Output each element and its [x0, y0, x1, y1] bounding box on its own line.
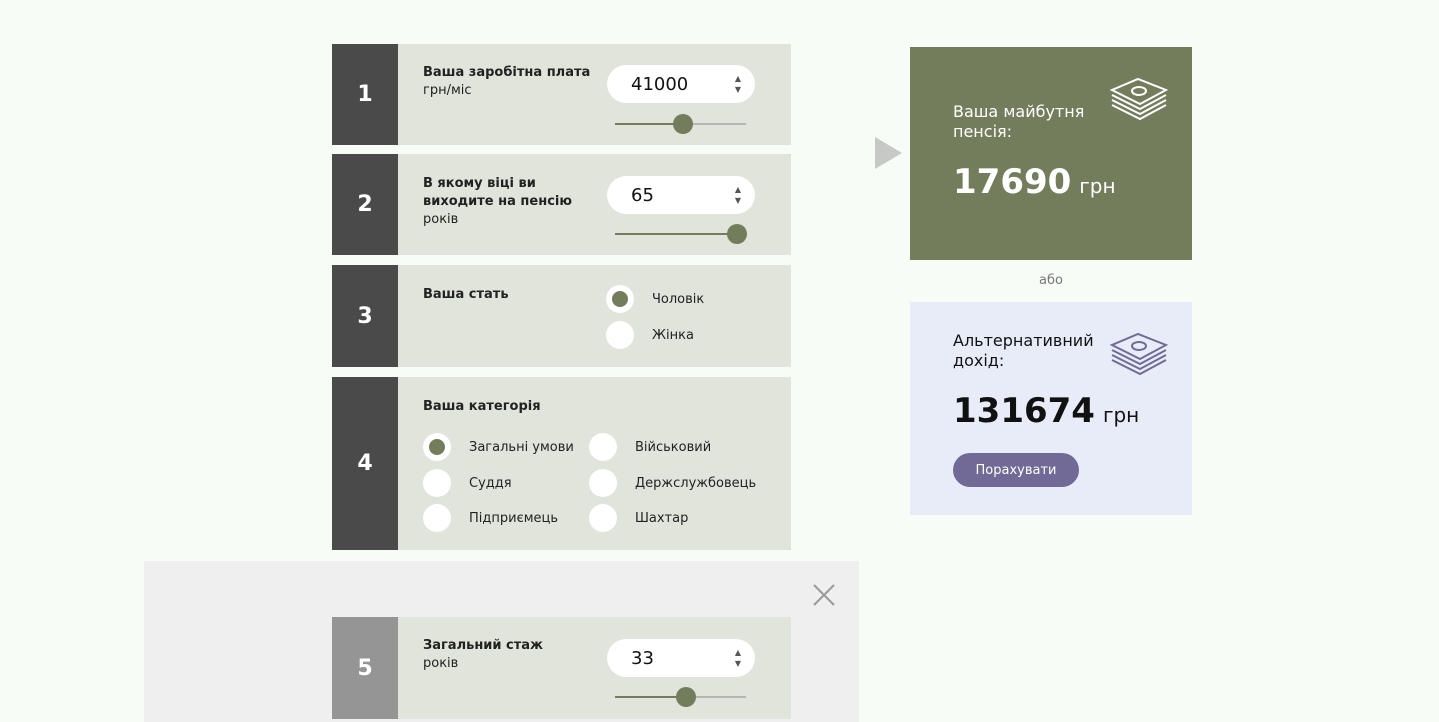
alternative-label: Альтернативний дохід: — [953, 331, 1094, 370]
money-stack-icon — [1110, 332, 1168, 376]
pension-result-card: Ваша майбутня пенсія: 17690 грн — [910, 47, 1192, 260]
salary-stepper[interactable]: ▲ ▼ — [735, 73, 741, 95]
radio-miner[interactable]: Шахтар — [589, 504, 688, 532]
radio-button[interactable] — [606, 321, 634, 349]
step-number: 2 — [332, 154, 398, 255]
retirement-age-value[interactable]: 65 — [631, 185, 654, 206]
decrement-icon[interactable]: ▼ — [735, 658, 741, 669]
radio-civil-servant[interactable]: Держслужбовець — [589, 469, 756, 497]
radio-military[interactable]: Військовий — [589, 433, 711, 461]
salary-value[interactable]: 41000 — [631, 74, 688, 95]
radio-label[interactable]: Військовий — [635, 440, 711, 455]
radio-label[interactable]: Жінка — [652, 328, 694, 343]
radio-button[interactable] — [423, 469, 451, 497]
radio-button[interactable] — [589, 433, 617, 461]
radio-label[interactable]: Суддя — [469, 476, 512, 491]
retirement-age-slider[interactable] — [615, 224, 747, 244]
radio-button[interactable] — [589, 504, 617, 532]
pension-amount: 17690 грн — [953, 165, 1116, 203]
slider-thumb[interactable] — [675, 687, 696, 707]
radio-label[interactable]: Чоловік — [652, 292, 704, 307]
step-title-text: Загальний стаж — [423, 638, 543, 653]
step-number: 1 — [332, 44, 398, 145]
pension-label: Ваша майбутня пенсія: — [953, 102, 1085, 141]
radio-general[interactable]: Загальні умови — [423, 433, 574, 461]
step-title: В якому віці ви виходите на пенсію років — [423, 175, 608, 229]
slider-thumb[interactable] — [726, 224, 747, 244]
pension-currency: грн — [1079, 174, 1116, 198]
radio-button[interactable] — [589, 469, 617, 497]
step-unit: років — [423, 212, 459, 227]
retirement-age-input[interactable]: 65 ▲ ▼ — [607, 176, 755, 214]
increment-icon[interactable]: ▲ — [735, 184, 741, 195]
money-stack-icon — [1110, 77, 1168, 121]
experience-input[interactable]: 33 ▲ ▼ — [607, 639, 755, 677]
slider-thumb[interactable] — [673, 114, 694, 134]
close-icon[interactable] — [811, 582, 837, 608]
step-category: 4 Ваша категорія Загальні умови Військов… — [332, 377, 791, 550]
step-retirement-age: 2 В якому віці ви виходите на пенсію рок… — [332, 154, 791, 255]
radio-label[interactable]: Підприємець — [469, 511, 558, 526]
step-title: Загальний стаж років — [423, 637, 608, 673]
radio-male[interactable]: Чоловік — [606, 285, 704, 313]
radio-button[interactable] — [423, 433, 451, 461]
arrow-right-icon — [875, 137, 902, 169]
step-title: Ваша категорія — [423, 399, 541, 414]
radio-button[interactable] — [606, 285, 634, 313]
increment-icon[interactable]: ▲ — [735, 647, 741, 658]
or-separator: або — [1039, 273, 1063, 288]
step-unit: років — [423, 656, 459, 671]
radio-entrepreneur[interactable]: Підприємець — [423, 504, 558, 532]
increment-icon[interactable]: ▲ — [735, 73, 741, 84]
step-experience: 5 Загальний стаж років 33 ▲ ▼ — [332, 617, 791, 719]
radio-label[interactable]: Загальні умови — [469, 440, 574, 455]
alternative-amount: 131674 грн — [953, 394, 1139, 432]
alternative-amount-value: 131674 — [953, 391, 1095, 431]
salary-input[interactable]: 41000 ▲ ▼ — [607, 65, 755, 103]
experience-stepper[interactable]: ▲ ▼ — [735, 647, 741, 669]
step-number: 4 — [332, 377, 398, 550]
experience-slider[interactable] — [615, 687, 746, 707]
radio-selected-indicator — [429, 439, 445, 455]
radio-label[interactable]: Держслужбовець — [635, 476, 756, 491]
radio-judge[interactable]: Суддя — [423, 469, 512, 497]
step-number: 3 — [332, 265, 398, 367]
salary-slider[interactable] — [615, 114, 746, 134]
decrement-icon[interactable]: ▼ — [735, 195, 741, 206]
step-title: Ваша заробітна плата грн/міс — [423, 64, 608, 100]
step-title: Ваша стать — [423, 287, 509, 302]
experience-value[interactable]: 33 — [631, 648, 654, 669]
alternative-income-card: Альтернативний дохід: 131674 грн Порахува… — [910, 302, 1192, 515]
radio-selected-indicator — [612, 291, 628, 307]
calculate-button[interactable]: Порахувати — [953, 453, 1079, 487]
slider-fill — [615, 233, 737, 235]
decrement-icon[interactable]: ▼ — [735, 84, 741, 95]
pension-amount-value: 17690 — [953, 162, 1072, 202]
radio-button[interactable] — [423, 504, 451, 532]
step-salary: 1 Ваша заробітна плата грн/міс 41000 ▲ ▼ — [332, 44, 791, 145]
retirement-age-stepper[interactable]: ▲ ▼ — [735, 184, 741, 206]
alternative-currency: грн — [1102, 403, 1140, 427]
radio-label[interactable]: Шахтар — [635, 511, 688, 526]
step-unit: грн/міс — [423, 83, 472, 98]
step-number: 5 — [332, 617, 398, 719]
step-gender: 3 Ваша стать Чоловік Жінка — [332, 265, 791, 367]
radio-female[interactable]: Жінка — [606, 321, 694, 349]
step-title-text: В якому віці ви виходите на пенсію — [423, 176, 572, 209]
step-title-text: Ваша заробітна плата — [423, 65, 591, 80]
